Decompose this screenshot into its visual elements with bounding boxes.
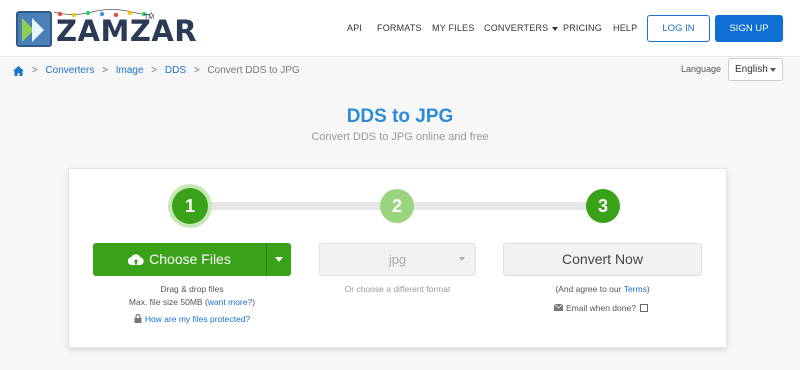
- logo-trademark: TM: [144, 14, 155, 21]
- breadcrumb-separator: >: [193, 65, 200, 76]
- max-size-hint: Max. file size 50MB (want more?): [128, 297, 256, 307]
- want-more-link[interactable]: want more?: [208, 297, 252, 307]
- breadcrumb-separator: >: [31, 65, 38, 76]
- email-label: Email when done?: [566, 302, 636, 313]
- terms-row: (And agree to our Terms): [503, 284, 702, 294]
- language-selected: English: [735, 64, 768, 75]
- format-hint: Or choose a different format: [344, 284, 451, 294]
- email-checkbox[interactable]: [639, 303, 648, 312]
- home-icon[interactable]: [13, 65, 24, 76]
- signup-button[interactable]: SIGN UP: [715, 15, 783, 42]
- breadcrumb: > Converters > Image > DDS > Convert DDS…: [13, 65, 300, 76]
- chevron-down-icon[interactable]: [275, 257, 283, 262]
- nav-converters-label: CONVERTERS: [484, 23, 549, 33]
- logo-wordmark: ZAMZAR: [56, 14, 198, 48]
- nav-formats[interactable]: FORMATS: [377, 23, 422, 33]
- top-header: ZAMZAR TM API FORMATS MY FILES CONVERTER…: [0, 0, 800, 57]
- nav-pricing[interactable]: PRICING: [563, 23, 602, 33]
- page-title: DDS to JPG: [346, 106, 454, 127]
- step-1-badge: 1: [172, 188, 208, 224]
- step-3-badge: 3: [586, 189, 620, 223]
- drag-drop-hint: Drag & drop files: [160, 284, 224, 294]
- language-select[interactable]: English: [728, 58, 783, 81]
- chevron-down-icon: [552, 26, 559, 31]
- choose-files-main[interactable]: Choose Files: [93, 243, 266, 276]
- breadcrumb-image[interactable]: Image: [116, 65, 144, 76]
- agree-text: (And agree to our: [555, 284, 622, 294]
- terms-link[interactable]: Terms: [624, 284, 647, 294]
- nav-api[interactable]: API: [347, 23, 362, 33]
- format-selected: jpg: [388, 252, 407, 267]
- login-button[interactable]: LOG IN: [647, 15, 710, 42]
- agree-close: ): [646, 284, 650, 294]
- choose-files-label: Choose Files: [149, 251, 231, 267]
- format-select[interactable]: jpg: [319, 243, 476, 276]
- protected-row: How are my files protected?: [93, 313, 291, 324]
- max-size-text: Max. file size 50MB: [128, 297, 203, 307]
- logo-arrow-icon: [16, 11, 52, 47]
- nav-help[interactable]: HELP: [613, 23, 637, 33]
- zamzar-logo[interactable]: ZAMZAR TM: [14, 8, 197, 50]
- page-subtitle: Convert DDS to JPG online and free: [311, 131, 489, 143]
- files-protected-link[interactable]: How are my files protected?: [145, 314, 250, 324]
- breadcrumb-separator: >: [151, 65, 158, 76]
- breadcrumb-current: Convert DDS to JPG: [207, 65, 300, 76]
- chevron-down-icon: [770, 68, 776, 72]
- nav-my-files[interactable]: MY FILES: [432, 23, 474, 33]
- nav-converters[interactable]: CONVERTERS: [484, 23, 559, 33]
- button-divider: [266, 243, 267, 276]
- cloud-upload-icon: [127, 254, 144, 266]
- step-2-badge: 2: [380, 189, 414, 223]
- breadcrumb-separator: >: [102, 65, 108, 76]
- breadcrumb-converters[interactable]: Converters: [45, 65, 94, 76]
- lock-icon: [134, 313, 142, 323]
- chevron-down-icon: [459, 257, 465, 261]
- convert-now-button[interactable]: Convert Now: [503, 243, 702, 276]
- language-label: Language: [681, 64, 722, 74]
- choose-files-button[interactable]: Choose Files: [93, 243, 291, 276]
- envelope-icon: [553, 303, 564, 312]
- email-when-done-row: Email when done?: [553, 302, 648, 313]
- breadcrumb-dds[interactable]: DDS: [165, 65, 186, 76]
